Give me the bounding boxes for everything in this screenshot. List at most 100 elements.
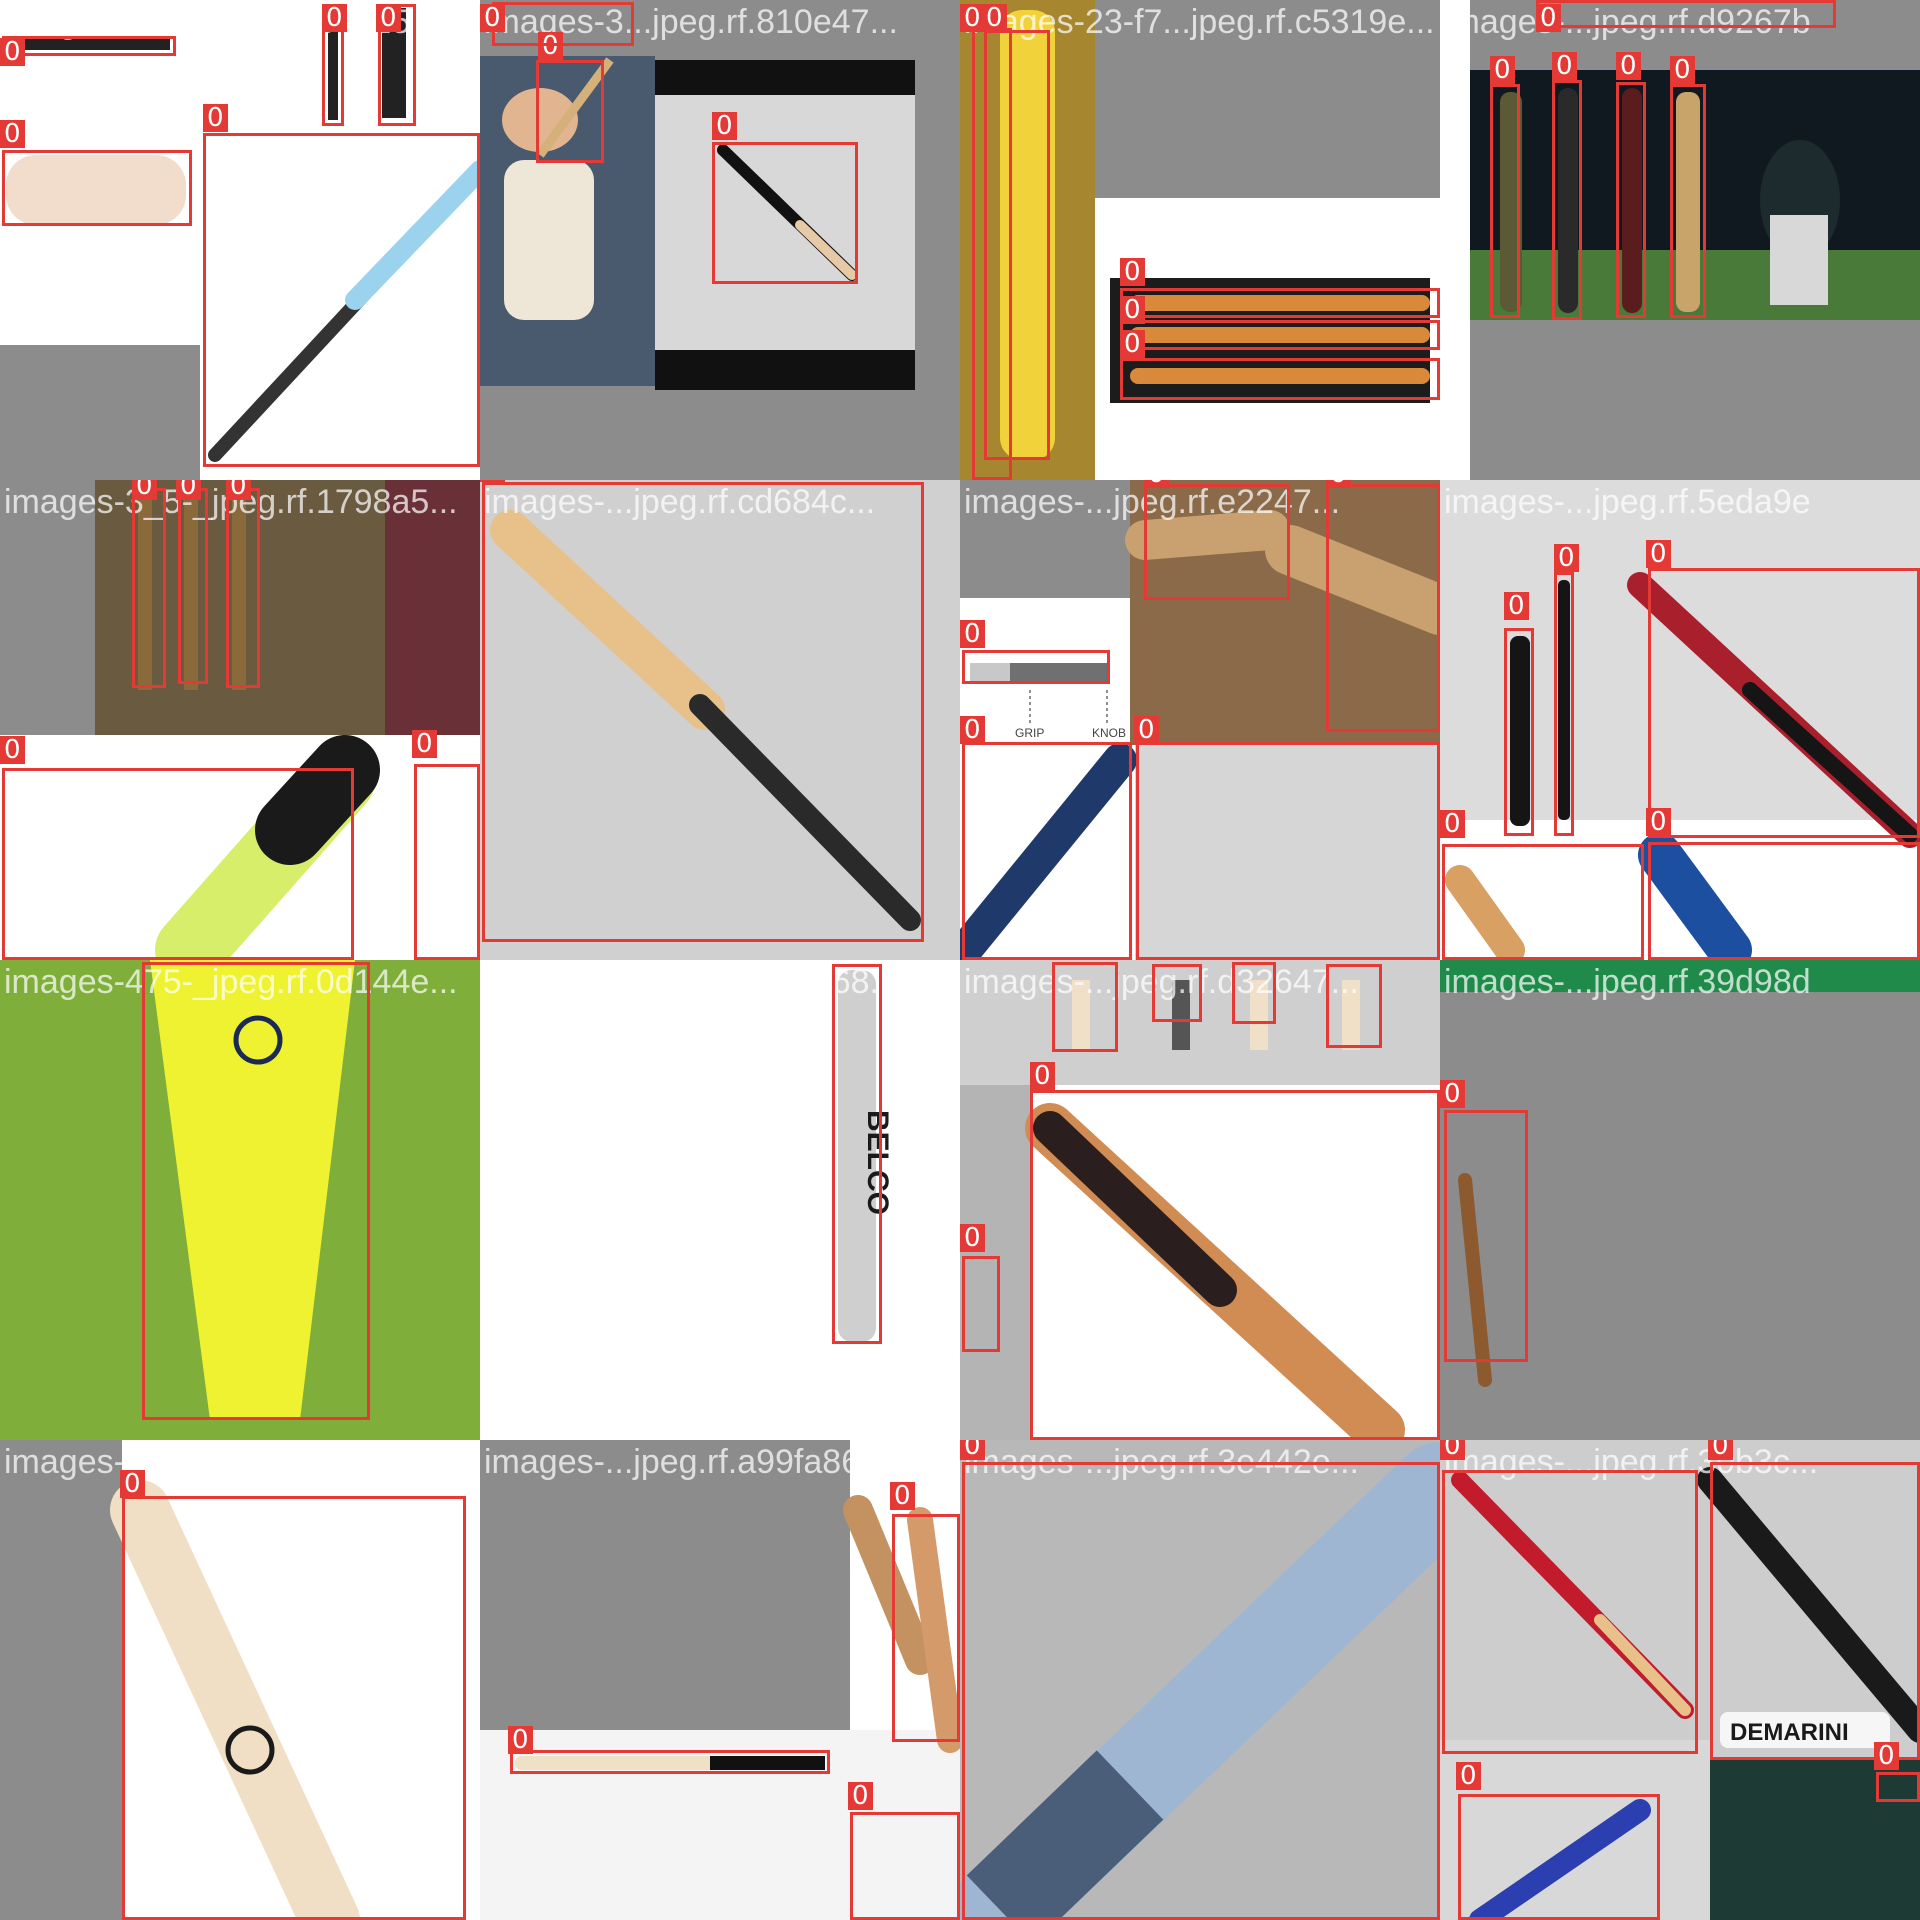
class-label: 0 [712, 112, 737, 140]
mosaic-tile: images-...jpeg.rf.39d98d 0 [1440, 960, 1920, 1440]
class-label: 0 [1554, 544, 1579, 572]
bbox [1030, 1090, 1440, 1440]
mosaic-tile: images-475-_jpeg.rf.0d144e... 0 [0, 960, 480, 1440]
bbox [1232, 962, 1276, 1024]
class-label: 0 [1552, 52, 1577, 80]
mosaic-tile: images-...jpeg.rf.5eda9e 0 0 0 0 0 [1440, 480, 1920, 960]
bbox [1442, 1470, 1698, 1754]
class-label: 0 [1120, 296, 1145, 324]
class-label: 0 [0, 736, 25, 764]
bbox [414, 764, 480, 960]
bbox [984, 30, 1050, 460]
grip-label: GRIP [1015, 726, 1044, 740]
mosaic-tile: GRIP KNOB images-...jpeg.rf.e2247... 0 0… [960, 480, 1440, 960]
bbox [132, 488, 166, 688]
bbox [1616, 82, 1646, 318]
bbox [1444, 1110, 1528, 1362]
class-label: 0 [1326, 480, 1351, 488]
class-label: 0 [1874, 1742, 1899, 1770]
mosaic-tile: images-480-_jpeg.rf.03fe69... 0 [0, 1440, 480, 1920]
class-label: 0 [1456, 1762, 1481, 1790]
bbox [1504, 628, 1534, 836]
bbox [1554, 572, 1574, 836]
class-label: 0 [960, 1224, 985, 1252]
mosaic-tile: images-...jpeg.rf.a99fa86... 0 0 0 [480, 1440, 960, 1920]
class-label: 0 [376, 4, 401, 32]
class-label: 0 [960, 716, 985, 744]
class-label: 0 [1670, 56, 1695, 84]
bbox [1876, 1772, 1920, 1802]
bbox [1120, 358, 1440, 400]
bat-photo: BELCO [838, 970, 894, 1342]
bbox [1326, 484, 1440, 732]
knob-label: KNOB [1092, 726, 1126, 740]
class-label: 0 [982, 4, 1007, 32]
class-label: 0 [1134, 716, 1159, 744]
bbox [122, 1496, 466, 1920]
bbox [1120, 288, 1440, 318]
bbox [1648, 842, 1920, 960]
bbox [1442, 844, 1644, 960]
bbox [962, 742, 1132, 960]
class-label: 0 [1440, 810, 1465, 838]
bbox [1120, 320, 1440, 350]
bbox [1144, 484, 1290, 600]
class-label: 0 [848, 1782, 873, 1810]
class-label: 0 [508, 1726, 533, 1754]
bbox [1552, 80, 1582, 320]
class-label: 0 [1120, 258, 1145, 286]
mosaic-tile: images-3_5-_jpeg.rf.1798a5... 0 0 0 0 0 [0, 480, 480, 960]
class-label: 0 [176, 480, 201, 500]
class-label: 0 [412, 730, 437, 758]
class-label: 0 [1616, 52, 1641, 80]
class-label: 0 [1504, 592, 1529, 620]
bbox [712, 142, 858, 284]
class-label: 0 [960, 4, 985, 32]
class-label: 0 [890, 1482, 915, 1510]
bbox [850, 1812, 960, 1920]
bbox [1710, 1462, 1920, 1760]
class-label: 0 [1646, 540, 1671, 568]
mosaic-tile: images-...jpeg.rf.cd684c... 0 [480, 480, 960, 960]
bbox [492, 2, 634, 46]
mosaic-tile: images-...jpeg.rf.d32647... 0 0 0 0 0 0 [960, 960, 1440, 1440]
class-label: 0 [0, 120, 25, 148]
class-label: 0 [960, 1440, 985, 1460]
class-label: 0 [322, 4, 347, 32]
bbox [142, 962, 370, 1420]
class-label: 0 [1536, 4, 1561, 32]
bbox [178, 488, 208, 684]
mosaic-tile: images-...jpeg.rf.3e442e... 0 [960, 1440, 1440, 1920]
bbox [536, 60, 604, 163]
class-label: 0 [1490, 56, 1515, 84]
class-label: 0 [1708, 1440, 1733, 1460]
mosaic-tile: images-3...jpeg.rf.810e47... 0 0 0 [480, 0, 960, 480]
bbox [482, 482, 924, 942]
bbox [510, 1750, 830, 1774]
bbox [1670, 84, 1706, 318]
class-label: 0 [1120, 330, 1145, 358]
class-label: 0 [120, 1470, 145, 1498]
class-label: 0 [1440, 1080, 1465, 1108]
training-batch-mosaic: images-152-_jpeg.rf.b6325 0 0 0 0 0 imag… [0, 0, 1920, 1920]
bbox [1052, 962, 1118, 1052]
class-label: 0 [960, 620, 985, 648]
bbox [1152, 964, 1202, 1022]
class-label: 0 [132, 480, 157, 500]
mosaic-tile: DEMARINI images-...jpeg.rf.30b3c... 0 0 … [1440, 1440, 1920, 1920]
class-label: 0 [1030, 1062, 1055, 1090]
class-label: 0 [0, 38, 25, 66]
mosaic-tile: BELCO images-...jpeg.rf.e9...fa68... 0 [480, 960, 960, 1440]
class-label: 0 [226, 480, 251, 500]
bbox [1648, 568, 1920, 838]
class-label: 0 [480, 480, 505, 482]
bbox [2, 150, 192, 226]
bbox [832, 964, 882, 1344]
mosaic-tile: images-23-f7...jpeg.rf.c5319e... 0 0 0 0… [960, 0, 1440, 480]
class-label: 0 [480, 4, 505, 32]
class-label: 0 [203, 104, 228, 132]
class-label: 0 [1440, 1440, 1465, 1460]
class-label: 0 [1646, 808, 1671, 836]
bbox [226, 488, 260, 688]
bbox [1536, 0, 1836, 28]
